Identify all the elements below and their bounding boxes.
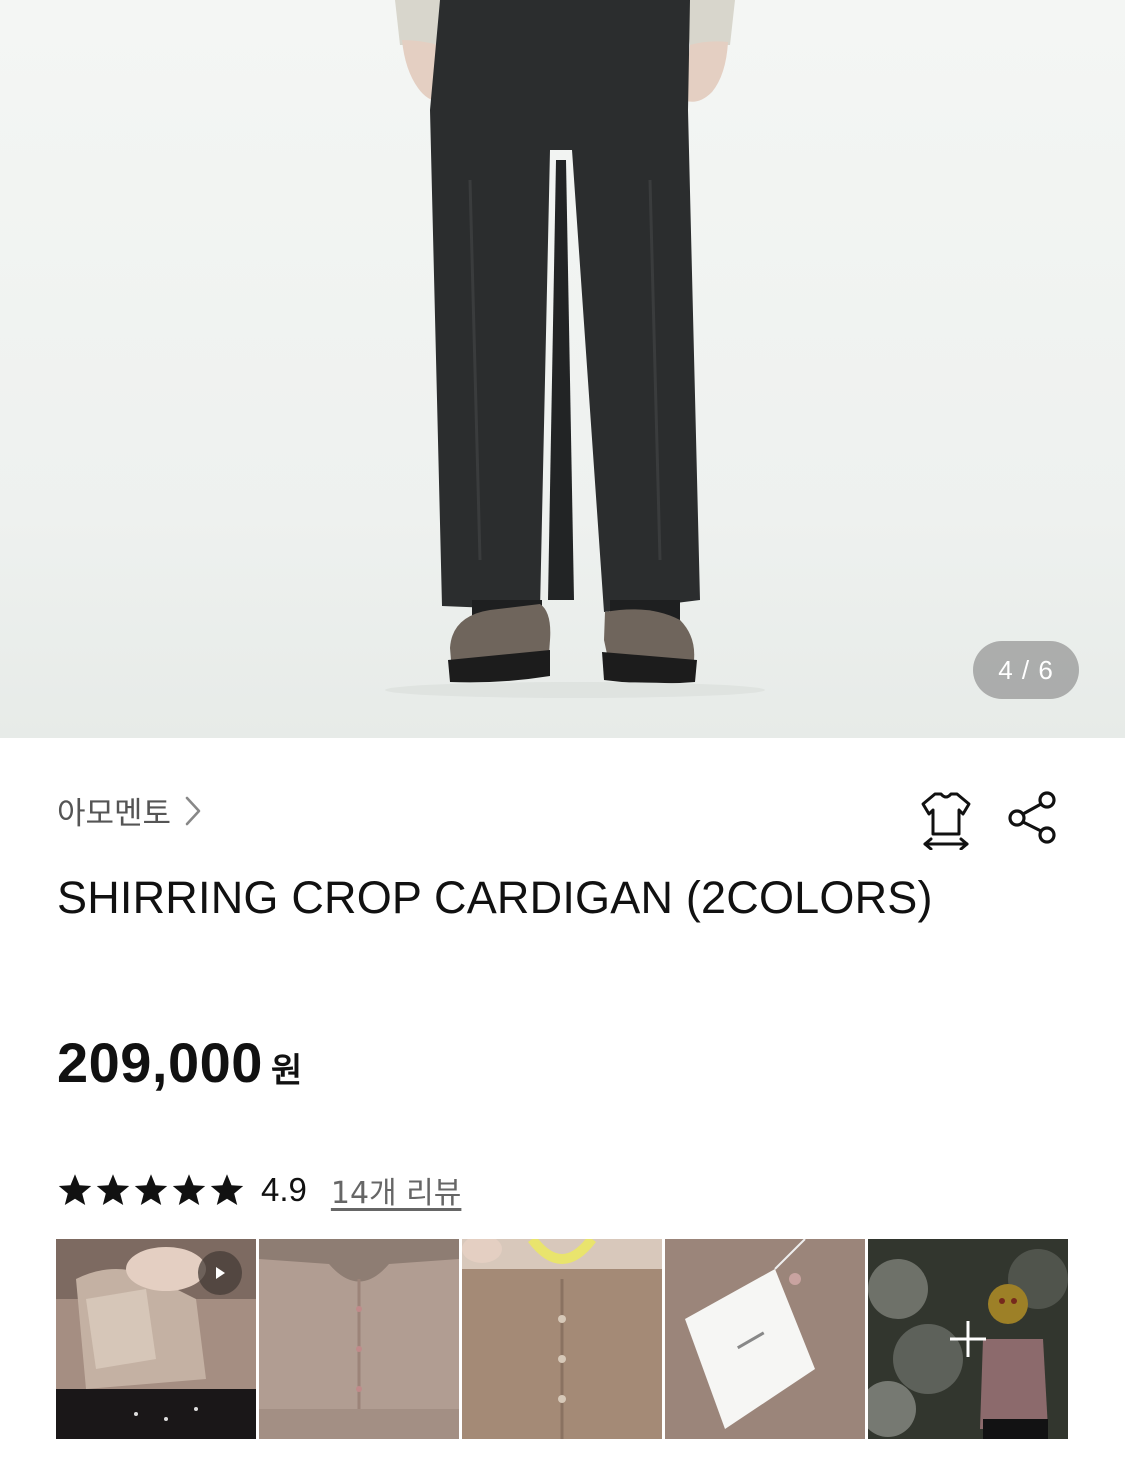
play-icon[interactable] — [198, 1251, 242, 1295]
price: 209,000 원 — [57, 1030, 302, 1095]
plus-icon[interactable] — [868, 1239, 1068, 1439]
review-photo-3[interactable] — [462, 1239, 662, 1439]
chevron-right-icon — [185, 796, 201, 826]
size-guide-icon[interactable] — [915, 788, 977, 851]
rating-value: 4.9 — [261, 1171, 307, 1208]
brand-name: 아모멘토 — [57, 796, 172, 832]
rating-summary: 4.9 14개 리뷰 — [57, 1168, 461, 1212]
price-value: 209,000 — [57, 1031, 263, 1094]
review-photo-2[interactable] — [259, 1239, 459, 1439]
price-currency: 원 — [270, 1051, 303, 1091]
product-photo — [385, 0, 765, 698]
review-photo-5[interactable] — [868, 1239, 1068, 1439]
star-icon — [210, 1174, 244, 1205]
share-icon[interactable] — [1003, 788, 1061, 846]
review-photo-4[interactable] — [665, 1239, 865, 1439]
image-counter: 4 / 6 — [973, 641, 1079, 699]
star-rating — [57, 1172, 245, 1208]
product-title: SHIRRING CROP CARDIGAN (2COLORS) — [57, 872, 933, 923]
review-photo-1[interactable] — [56, 1239, 256, 1439]
star-icon — [58, 1174, 92, 1205]
product-image-gallery[interactable]: 4 / 6 — [0, 0, 1125, 738]
star-icon — [172, 1174, 206, 1205]
reviews-link[interactable]: 14개 리뷰 — [331, 1168, 462, 1212]
star-icon — [134, 1174, 168, 1205]
star-icon — [96, 1174, 130, 1205]
brand-link[interactable]: 아모멘토 — [57, 788, 201, 833]
review-photo-strip — [56, 1239, 1068, 1439]
